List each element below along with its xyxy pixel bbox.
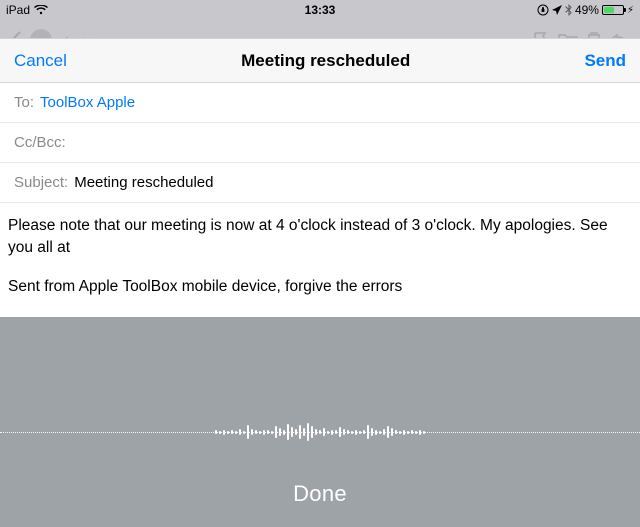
- compose-header: Cancel Meeting rescheduled Send: [0, 39, 640, 83]
- dictation-panel: Done: [0, 317, 640, 527]
- to-label: To:: [14, 94, 34, 111]
- to-field[interactable]: To: ToolBox Apple: [0, 83, 640, 123]
- battery-percent: 49%: [575, 3, 599, 17]
- body-text: Please note that our meeting is now at 4…: [8, 215, 632, 260]
- dictation-waveform: [0, 417, 640, 447]
- send-button[interactable]: Send: [584, 51, 626, 71]
- compose-title: Meeting rescheduled: [241, 51, 410, 71]
- signature-text: Sent from Apple ToolBox mobile device, f…: [8, 276, 632, 298]
- wifi-icon: [34, 5, 48, 15]
- subject-label: Subject:: [14, 174, 68, 191]
- compose-sheet: Cancel Meeting rescheduled Send To: Tool…: [0, 38, 640, 527]
- dictation-done-button[interactable]: Done: [293, 481, 347, 507]
- bluetooth-icon: [565, 4, 572, 16]
- to-recipient[interactable]: ToolBox Apple: [40, 94, 135, 111]
- status-time: 13:33: [305, 3, 336, 17]
- ccbcc-field[interactable]: Cc/Bcc:: [0, 123, 640, 163]
- message-body[interactable]: Please note that our meeting is now at 4…: [0, 203, 640, 314]
- cancel-button[interactable]: Cancel: [14, 51, 67, 71]
- location-icon: [552, 5, 562, 15]
- subject-field[interactable]: Subject: Meeting rescheduled: [0, 163, 640, 203]
- subject-value[interactable]: Meeting rescheduled: [74, 174, 213, 191]
- device-label: iPad: [6, 3, 30, 17]
- ccbcc-label: Cc/Bcc:: [14, 134, 66, 151]
- charging-icon: ⚡︎: [627, 5, 634, 16]
- battery-icon: [602, 5, 624, 15]
- orientation-lock-icon: [537, 4, 549, 16]
- status-bar: iPad 13:33 49% ⚡︎: [0, 0, 640, 20]
